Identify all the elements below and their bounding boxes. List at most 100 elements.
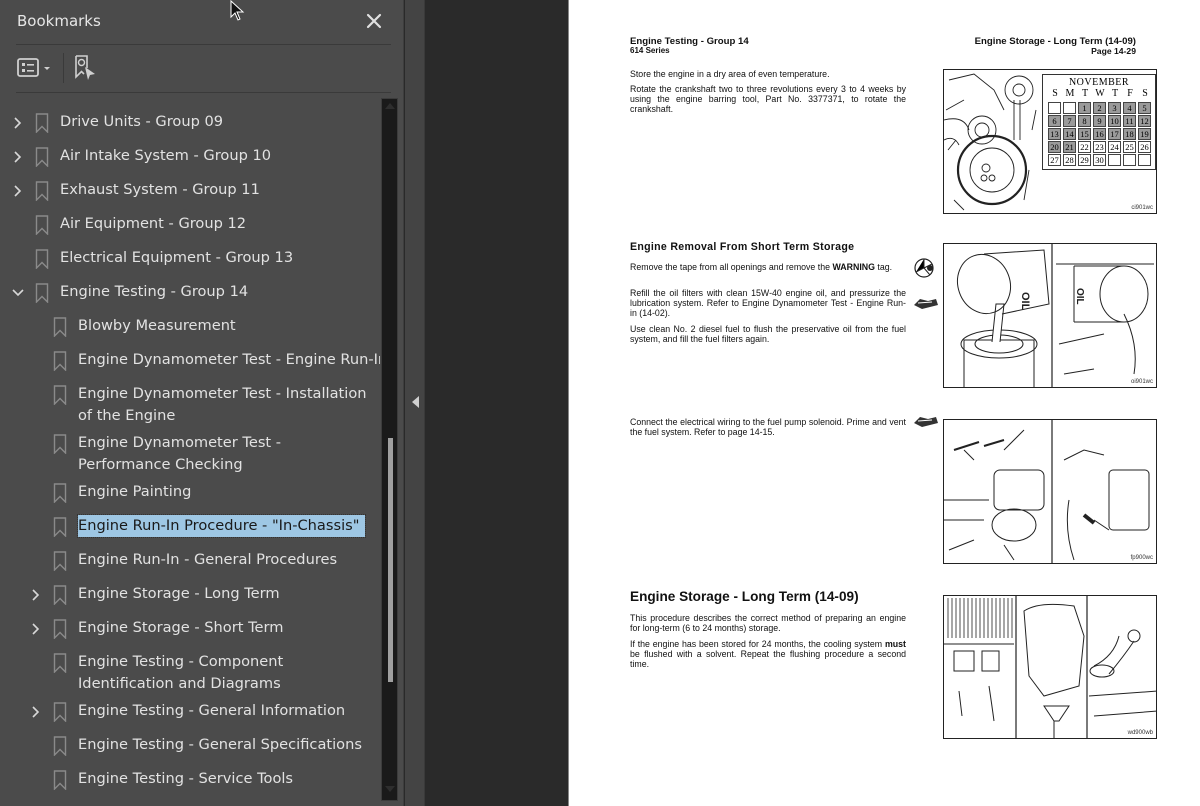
options-list-icon — [17, 58, 39, 77]
bookmark-item[interactable]: Engine Testing - Service Tools — [0, 768, 380, 792]
bookmark-label: Engine Storage - Long Term — [78, 585, 280, 602]
bookmark-item[interactable]: Air Equipment - Group 12 — [0, 213, 380, 237]
bookmark-icon — [53, 517, 67, 538]
calendar-day — [1123, 154, 1136, 166]
calendar-day: 6 — [1048, 115, 1061, 127]
bookmark-icon — [35, 283, 49, 304]
toolbar-separator — [63, 53, 64, 83]
collapse-panel-arrow-icon[interactable] — [412, 396, 419, 408]
chevron-right-icon[interactable] — [11, 183, 25, 199]
calendar-day: 8 — [1078, 115, 1091, 127]
bookmark-icon — [53, 317, 67, 338]
calendar-day — [1063, 102, 1076, 114]
calendar-day — [1048, 102, 1061, 114]
find-current-bookmark-icon[interactable] — [73, 54, 99, 82]
bookmark-label: Engine Run-In - General Procedures — [78, 551, 338, 568]
calendar-day: 12 — [1138, 115, 1151, 127]
figure-code: oi901wc — [1130, 379, 1153, 385]
paragraph: This procedure describes the correct met… — [630, 613, 906, 633]
section-heading: Engine Removal From Short Term Storage — [630, 241, 855, 253]
svg-text:OIL: OIL — [1074, 288, 1085, 305]
calendar-day: 9 — [1093, 115, 1106, 127]
mouse-cursor-icon — [230, 0, 246, 22]
paragraph: If the engine has been stored for 24 mon… — [630, 639, 906, 669]
bookmark-label: Engine Dynamometer Test - Engine Run-In — [78, 351, 380, 368]
calendar-day-of-week: S — [1142, 88, 1148, 99]
paragraph: Connect the electrical wiring to the fue… — [630, 417, 906, 437]
scroll-up-arrow-icon[interactable] — [385, 103, 395, 109]
bookmark-item[interactable]: Engine Testing - General Information — [0, 700, 380, 724]
bookmark-item[interactable]: Blowby Measurement — [0, 315, 380, 339]
bookmark-icon — [35, 249, 49, 270]
figure-oil-filters: OIL OIL oi901wc — [943, 243, 1157, 388]
bookmark-icon — [35, 181, 49, 202]
scroll-down-arrow-icon[interactable] — [385, 786, 395, 792]
bookmark-icon — [53, 736, 67, 757]
calendar-day: 17 — [1108, 128, 1121, 140]
bookmark-item[interactable]: Engine Run-In Procedure - "In-Chassis" — [0, 514, 380, 539]
bookmark-icon — [53, 483, 67, 504]
bookmark-icon — [35, 215, 49, 236]
bookmark-label: Engine Testing - Component Identificatio… — [78, 653, 284, 692]
bookmark-item[interactable]: Engine Testing - Group 14 — [0, 281, 380, 305]
header-page-number: Page 14-29 — [1091, 46, 1136, 56]
bookmark-label: Air Equipment - Group 12 — [60, 215, 247, 232]
figure-fuel-pump-solenoid: fp900wc — [943, 419, 1157, 564]
calendar-day: 11 — [1123, 115, 1136, 127]
bookmark-item[interactable]: Air Intake System - Group 10 — [0, 145, 380, 169]
chevron-down-icon[interactable] — [11, 285, 25, 301]
bookmark-item[interactable]: Engine Dynamometer Test - Installation o… — [0, 383, 380, 424]
bookmarks-scrollbar[interactable] — [381, 98, 398, 801]
calendar-day-of-week: T — [1081, 88, 1089, 99]
panel-splitter[interactable] — [405, 0, 425, 806]
chevron-right-icon[interactable] — [29, 587, 43, 603]
emphasis-text: must — [884, 639, 906, 649]
bookmark-item[interactable]: Engine Run-In - General Procedures — [0, 549, 380, 573]
calendar-day: 26 — [1138, 141, 1151, 153]
figure-crankshaft-calendar: NOVEMBER S M T W T F S 1 2 3 4 5 6 7 8 9 10 11 12 13 14 15 16 1… — [943, 69, 1157, 214]
document-view: Engine Testing - Group 14 614 Series Eng… — [426, 0, 1200, 806]
bookmark-item[interactable]: Engine Storage - Long Term — [0, 583, 380, 607]
bookmark-label: Electrical Equipment - Group 13 — [60, 249, 294, 266]
bookmark-item[interactable]: Engine Testing - General Specifications — [0, 734, 380, 758]
calendar-day: 30 — [1093, 154, 1106, 166]
calendar-day: 3 — [1108, 102, 1121, 114]
bookmark-item[interactable]: Engine Dynamometer Test - Engine Run-In — [0, 349, 380, 373]
bookmark-label: Engine Dynamometer Test - Installation o… — [78, 385, 367, 424]
calendar-day: 2 — [1093, 102, 1106, 114]
bookmark-tree: Drive Units - Group 09 Air Intake System … — [0, 105, 380, 805]
calendar-month: NOVEMBER — [1068, 77, 1130, 88]
calendar-day: 1 — [1078, 102, 1091, 114]
figure-code: ci901wc — [1131, 205, 1153, 211]
bookmark-item[interactable]: Drive Units - Group 09 — [0, 111, 380, 135]
chevron-right-icon[interactable] — [11, 115, 25, 131]
figure-code: wd900wb — [1127, 730, 1153, 736]
paragraph-text: Remove the tape from all openings and re… — [630, 262, 831, 272]
calendar-day: 29 — [1078, 154, 1091, 166]
bookmark-item[interactable]: Engine Painting — [0, 481, 380, 505]
wrench-icon — [912, 293, 940, 315]
bookmark-item[interactable]: Engine Storage - Short Term — [0, 617, 380, 641]
chevron-right-icon[interactable] — [29, 704, 43, 720]
paragraph: Rotate the crankshaft two to three revol… — [630, 84, 906, 114]
chevron-right-icon[interactable] — [29, 621, 43, 637]
bookmark-icon — [35, 113, 49, 134]
bookmark-icon — [35, 147, 49, 168]
bookmark-item[interactable]: Engine Testing - Component Identificatio… — [0, 651, 380, 692]
bookmark-item[interactable]: Exhaust System - Group 11 — [0, 179, 380, 203]
bookmark-icon — [53, 351, 67, 372]
bookmark-item[interactable]: Engine Dynamometer Test - Performance Ch… — [0, 432, 380, 473]
bookmark-icon — [53, 551, 67, 572]
chevron-right-icon[interactable] — [11, 149, 25, 165]
paragraph: Use clean No. 2 diesel fuel to flush the… — [630, 324, 906, 344]
bookmark-item[interactable]: Electrical Equipment - Group 13 — [0, 247, 380, 271]
calendar-day: 24 — [1108, 141, 1121, 153]
paragraph-text: If the engine has been stored for 24 mon… — [630, 639, 885, 649]
bookmark-label: Exhaust System - Group 11 — [60, 181, 260, 198]
bookmark-icon — [53, 770, 67, 791]
header-series: 614 Series — [630, 46, 670, 55]
calendar-day: 7 — [1063, 115, 1076, 127]
close-icon[interactable] — [362, 9, 386, 33]
options-button[interactable] — [16, 57, 56, 79]
scrollbar-thumb[interactable] — [388, 438, 393, 682]
